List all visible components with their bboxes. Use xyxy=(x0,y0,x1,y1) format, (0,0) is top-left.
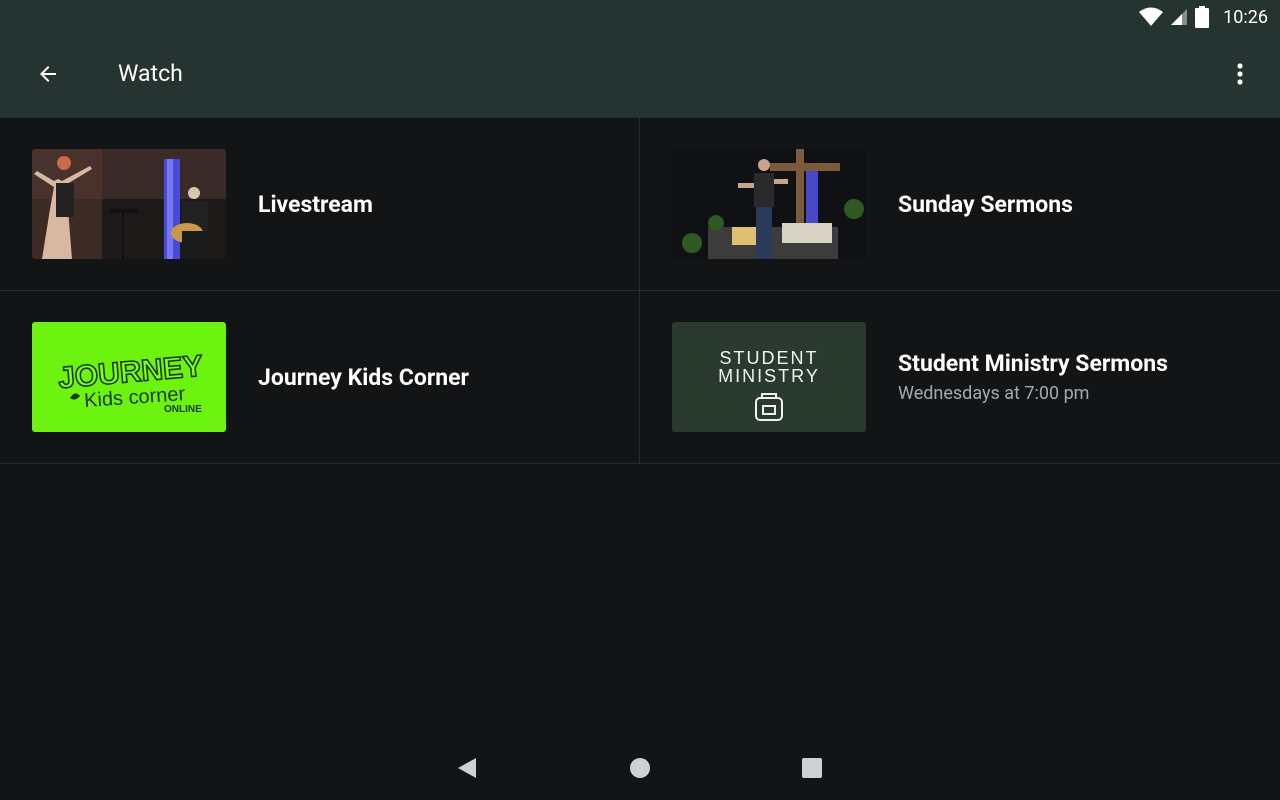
livestream-text: Livestream xyxy=(258,118,373,290)
sunday-sermons-text: Sunday Sermons xyxy=(898,118,1073,290)
app-bar: Watch xyxy=(0,34,1280,118)
logo-online-text: ONLINE xyxy=(164,404,202,415)
journey-kids-text: Journey Kids Corner xyxy=(258,291,469,463)
page-title: Watch xyxy=(118,60,183,87)
journey-kids-thumbnail: JOURNEY Kids corner ONLINE xyxy=(32,322,226,432)
logo-student-text: STUDENT xyxy=(720,348,819,368)
livestream-item[interactable]: Livestream xyxy=(0,118,640,290)
system-navigation-bar xyxy=(0,736,1280,800)
more-vert-icon xyxy=(1237,63,1243,85)
journey-kids-corner-item[interactable]: JOURNEY Kids corner ONLINE Journey Kids … xyxy=(0,291,640,463)
item-title: Sunday Sermons xyxy=(898,190,1073,218)
home-nav-icon xyxy=(630,758,650,778)
cell-signal-icon xyxy=(1171,9,1188,25)
nav-recents-button[interactable] xyxy=(800,756,824,784)
item-title: Livestream xyxy=(258,190,373,218)
grid-row: Livestream Sunday Sermons xyxy=(0,118,1280,291)
back-button[interactable] xyxy=(30,56,66,92)
status-bar: 10:26 xyxy=(0,0,1280,34)
item-subtitle: Wednesdays at 7:00 pm xyxy=(898,383,1090,404)
sunday-sermons-item[interactable]: Sunday Sermons xyxy=(640,118,1280,290)
recents-nav-icon xyxy=(802,758,822,778)
wifi-icon xyxy=(1139,7,1164,26)
watch-grid: Livestream Sunday Sermons JOURNEY Kids c… xyxy=(0,118,1280,464)
sunday-sermons-thumbnail xyxy=(672,149,866,259)
item-title: Journey Kids Corner xyxy=(258,363,469,391)
grid-row: JOURNEY Kids corner ONLINE Journey Kids … xyxy=(0,291,1280,464)
back-nav-icon xyxy=(458,758,476,778)
student-ministry-text: Student Ministry Sermons Wednesdays at 7… xyxy=(898,291,1168,463)
item-title: Student Ministry Sermons xyxy=(898,350,1168,377)
status-icons: 10:26 xyxy=(1139,0,1268,34)
battery-icon xyxy=(1195,6,1210,28)
status-time: 10:26 xyxy=(1223,6,1268,28)
student-ministry-item[interactable]: STUDENT MINISTRY Student Ministry Sermon… xyxy=(640,291,1280,463)
nav-back-button[interactable] xyxy=(456,756,480,784)
more-options-button[interactable] xyxy=(1224,56,1256,92)
nav-home-button[interactable] xyxy=(628,756,652,784)
logo-ministry-text: MINISTRY xyxy=(718,366,820,386)
livestream-thumbnail xyxy=(32,149,226,259)
student-ministry-thumbnail: STUDENT MINISTRY xyxy=(672,322,866,432)
arrow-back-icon xyxy=(40,66,56,82)
